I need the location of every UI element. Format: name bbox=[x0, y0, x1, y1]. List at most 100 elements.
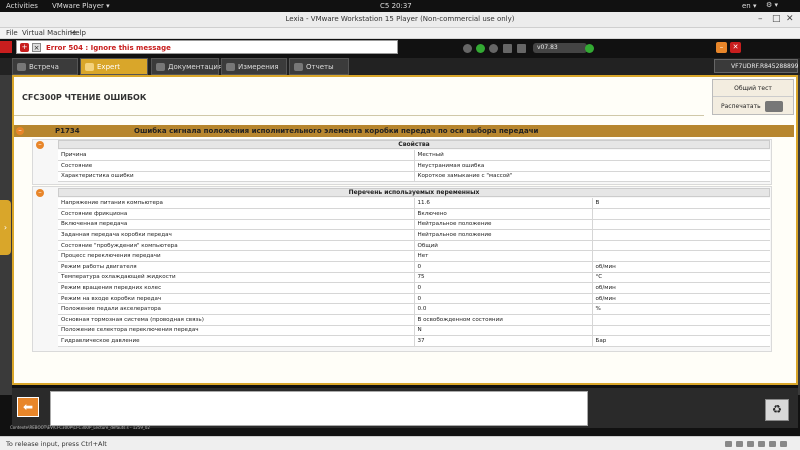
plus-icon[interactable]: + bbox=[20, 43, 29, 52]
meeting-icon bbox=[17, 63, 26, 71]
parameter-name: Включенная передача bbox=[58, 219, 415, 231]
tab-vstrecha[interactable]: Встреча bbox=[12, 58, 78, 75]
divider bbox=[14, 115, 704, 116]
device-icon-6[interactable] bbox=[780, 441, 787, 447]
parameter-name: Состояние "пробуждения" компьютера bbox=[58, 240, 415, 252]
vmware-statusbar: To release input, press Ctrl+Alt bbox=[0, 436, 800, 450]
logo-icon bbox=[0, 41, 12, 53]
parameter-value: 75 bbox=[414, 272, 593, 284]
parameter-name: Состояние фрикциона bbox=[58, 208, 415, 220]
table-row: Основная тормозная система (проводная св… bbox=[58, 314, 770, 326]
page-title: CFC300P ЧТЕНИЕ ОШИБОК bbox=[22, 93, 147, 102]
parameter-unit bbox=[592, 325, 770, 337]
expand-panel-button[interactable]: › bbox=[0, 200, 11, 255]
release-input-hint: To release input, press Ctrl+Alt bbox=[6, 440, 107, 448]
maximize-icon[interactable]: □ bbox=[772, 14, 781, 24]
parameter-unit: Бар bbox=[592, 335, 770, 347]
clock[interactable]: С5 20:37 bbox=[380, 2, 412, 10]
collapse-variables-icon[interactable]: – bbox=[36, 189, 44, 197]
parameter-name: Процесс переключения передачи bbox=[58, 250, 415, 263]
window-titlebar: Lexia - VMware Workstation 15 Player (No… bbox=[0, 12, 800, 28]
version-label: v07.83 bbox=[533, 43, 587, 53]
parameter-name: Напряжение питания компьютера bbox=[58, 198, 415, 210]
parameter-unit: °C bbox=[592, 272, 770, 284]
close-app-button[interactable]: ✕ bbox=[730, 42, 741, 53]
table-row: Состояние "пробуждения" компьютера Общий bbox=[58, 240, 770, 252]
device-icon-4[interactable] bbox=[758, 441, 765, 447]
expert-icon bbox=[85, 63, 94, 71]
parameter-name: Причина bbox=[58, 150, 415, 162]
parameter-name: Температура охлаждающей жидкости bbox=[58, 272, 415, 284]
table-row: Процесс переключения передачи Нет bbox=[58, 250, 770, 263]
parameter-value: 37 bbox=[414, 335, 593, 347]
trash-icon[interactable]: ♻ bbox=[765, 399, 789, 421]
gnome-top-bar: Activities VMware Player ▾ С5 20:37 en ▾… bbox=[0, 0, 800, 12]
vin-label: VF7UDRF.R845288899 bbox=[714, 59, 798, 73]
collapse-properties-icon[interactable]: – bbox=[36, 141, 44, 149]
parameter-value: N bbox=[414, 325, 593, 337]
parameter-name: Состояние bbox=[58, 160, 415, 172]
parameter-value: 0 bbox=[414, 261, 593, 273]
documentation-icon bbox=[156, 63, 165, 71]
parameter-unit: об/мин bbox=[592, 293, 770, 305]
tab-expert[interactable]: Expert bbox=[80, 58, 148, 75]
device-icon-5[interactable] bbox=[769, 441, 776, 447]
parameter-value: В освобожденном состоянии bbox=[414, 314, 593, 326]
parameter-unit: В bbox=[592, 198, 770, 210]
parameter-name: Режим на входе коробки передач bbox=[58, 293, 415, 305]
error-message-bar: + × Error 504 : Ignore this message bbox=[16, 40, 398, 54]
fault-row[interactable]: – P1734 Ошибка сигнала положения исполни… bbox=[14, 125, 794, 137]
tab-reports[interactable]: Отчеты bbox=[289, 58, 349, 75]
collapse-icon[interactable]: – bbox=[16, 127, 24, 135]
minimize-app-button[interactable]: – bbox=[716, 42, 727, 53]
minimize-icon[interactable]: – bbox=[758, 14, 763, 24]
table-row: Гидравлическое давление 37 Бар bbox=[58, 335, 770, 347]
parameter-name: Положение селектора переключения передач bbox=[58, 325, 415, 337]
app-menu[interactable]: VMware Player ▾ bbox=[52, 2, 110, 10]
tool-icon-1[interactable] bbox=[463, 44, 472, 53]
properties-header: Свойства bbox=[58, 140, 770, 149]
table-row: Включенная передача Нейтральное положение bbox=[58, 219, 770, 231]
device-icon-2[interactable] bbox=[736, 441, 743, 447]
fault-code: P1734 bbox=[55, 127, 80, 135]
language-indicator[interactable]: en ▾ bbox=[742, 2, 756, 10]
close-icon[interactable]: ✕ bbox=[786, 14, 794, 24]
table-row: Положение педали акселератора 0.0% bbox=[58, 303, 770, 316]
table-row: Положение селектора переключения передач… bbox=[58, 325, 770, 337]
menu-help[interactable]: Help bbox=[70, 29, 86, 37]
variables-table: Напряжение питания компьютера 11.6 В Состоя… bbox=[58, 198, 770, 347]
tool-icon-4[interactable] bbox=[503, 44, 512, 53]
parameter-unit bbox=[592, 208, 770, 220]
close-error-icon[interactable]: × bbox=[32, 43, 41, 52]
table-row: Причина Местный bbox=[58, 150, 770, 162]
properties-table: Причина Местный Состояние Неустранимая ошиб… bbox=[58, 150, 770, 183]
parameter-name: Положение педали акселератора bbox=[58, 303, 415, 316]
parameter-name: Гидравлическое давление bbox=[58, 335, 415, 347]
menu-file[interactable]: File bbox=[6, 29, 18, 37]
parameter-unit bbox=[592, 250, 770, 263]
system-menu-icon[interactable]: ⚙ ▾ bbox=[766, 1, 778, 9]
global-test-button[interactable]: Общий тест bbox=[713, 80, 793, 97]
menu-virtual-machine[interactable]: Virtual Machine bbox=[22, 29, 76, 37]
tool-icon-2[interactable] bbox=[476, 44, 485, 53]
parameter-unit bbox=[592, 314, 770, 326]
tool-icon-3[interactable] bbox=[489, 44, 498, 53]
parameter-unit bbox=[592, 219, 770, 231]
parameter-value: Нейтральное положение bbox=[414, 229, 593, 241]
print-label: Распечатать bbox=[721, 103, 761, 110]
table-row: Режим вращения передних колес 0 об/мин bbox=[58, 282, 770, 294]
parameter-name: Режим вращения передних колес bbox=[58, 282, 415, 294]
message-area[interactable] bbox=[50, 391, 588, 426]
tab-measurements[interactable]: Измерения bbox=[221, 58, 287, 75]
parameter-unit: об/мин bbox=[592, 282, 770, 294]
parameter-value: Нейтральное положение bbox=[414, 219, 593, 231]
parameter-name: Заданная передача коробки передач bbox=[58, 229, 415, 241]
menu-bar: File Virtual Machine Help bbox=[0, 28, 800, 39]
tool-icon-5[interactable] bbox=[517, 44, 526, 53]
tab-documentation[interactable]: Документация bbox=[151, 58, 222, 75]
parameter-value: Общий bbox=[414, 240, 593, 252]
back-button[interactable]: ⬅ bbox=[17, 397, 39, 417]
device-icon-1[interactable] bbox=[725, 441, 732, 447]
activities-button[interactable]: Activities bbox=[6, 2, 38, 10]
device-icon-3[interactable] bbox=[747, 441, 754, 447]
